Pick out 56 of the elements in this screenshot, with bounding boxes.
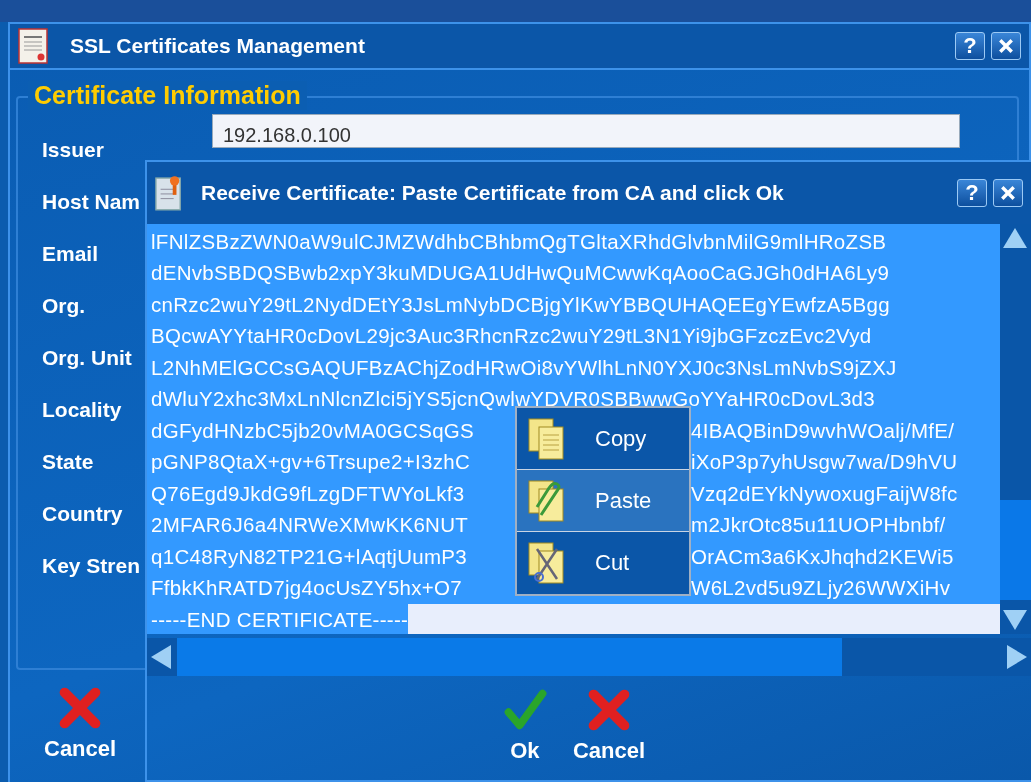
help-button[interactable]: ?	[957, 179, 987, 207]
field-label: State	[42, 450, 94, 473]
certificate-text-line: pGNP8QtaX+gv+6Trsupe2+I3zhC	[151, 450, 470, 474]
field-label: Email	[42, 242, 99, 265]
certificate-text-line: -----END CERTIFICATE-----	[151, 607, 409, 632]
field-label: Org.	[42, 294, 86, 317]
field-label: Locality	[42, 398, 122, 421]
field-label: Key Stren	[42, 554, 141, 577]
horizontal-scrollbar[interactable]	[147, 638, 1031, 676]
certificate-text-line: BQcwAYYtaHR0cDovL29jc3Auc3RhcnRzc2wuY29tL3N1Yi9jbGFzczEvc2Vyd	[151, 324, 872, 349]
scissors-documents-icon	[527, 541, 567, 585]
input-field[interactable]: 192.168.0.100	[212, 114, 960, 148]
certificate-text-line: q1C48RyN82TP21G+lAqtjUumP3	[151, 544, 468, 568]
paperclip-documents-icon	[527, 478, 567, 523]
certificate-text-area[interactable]	[147, 224, 1000, 634]
cancel-button[interactable]: Cancel	[564, 688, 654, 764]
help-button[interactable]: ?	[955, 32, 985, 60]
certificate-text-line: 2MFAR6J6a4NRWeXMwKK6NUT	[151, 513, 469, 537]
dialog-title: Receive Certificate: Paste Certificate from CA and click Ok	[201, 181, 785, 205]
certificate-text-line: 4IBAQBinD9wvhWOalj/MfE/	[691, 418, 955, 443]
certificate-text-line: FfbkKhRATD7jg4ocUsZY5hx+O7	[151, 576, 463, 600]
certificate-text-line: lFNlZSBzZWN0aW9ulCJMZWdhbCBhbmQgTGltaXRhdGlvbnMilG9mlHRoZSB	[151, 229, 887, 254]
certificate-document-icon	[18, 28, 48, 64]
certificate-text-line: m2JkrOtc85u11UOPHbnbf/	[691, 513, 946, 538]
certificate-ribbon-icon	[155, 173, 183, 213]
certificate-text-line: OrACm3a6KxJhqhd2KEWi5	[691, 544, 954, 569]
certificate-text-line: cnRzc2wuY29tL2NydDEtY3JsLmNybDCBjgYlKwYBBQUHAQEEgYEwfzA5Bgg	[151, 292, 890, 317]
vertical-scrollbar[interactable]	[1000, 224, 1031, 634]
certificate-text-line: dGFydHNzbC5jb20vMA0GCSqGS	[151, 418, 475, 442]
certificate-text-line: Q76Egd9JkdG9fLzgDFTWYoLkf3	[151, 481, 465, 505]
close-button[interactable]	[991, 32, 1021, 60]
certificate-text-line: dENvbSBDQSBwb2xpY3kuMDUGA1UdHwQuMCwwKqAooCaGJGh0dHA6Ly9	[151, 261, 890, 286]
field-label: Country	[42, 502, 123, 525]
cross-icon	[58, 686, 103, 730]
documents-icon	[527, 416, 567, 461]
menu-item[interactable]: Paste	[517, 470, 689, 532]
window-title: SSL Certificates Management	[70, 34, 366, 58]
ok-button[interactable]: Ok	[494, 688, 555, 764]
scroll-thumb[interactable]	[177, 638, 842, 676]
menu-item[interactable]: Cut	[517, 532, 689, 594]
menu-item[interactable]: Copy	[517, 408, 689, 470]
certificate-text-line: Vzq2dEYkNywoxugFaijW8fc	[691, 481, 958, 506]
cancel-button[interactable]: Cancel	[36, 686, 125, 762]
close-button[interactable]	[993, 179, 1023, 207]
certificate-text-line: iXoP3p7yhUsgw7wa/D9hVU	[691, 450, 958, 475]
close-icon	[998, 38, 1014, 54]
cross-icon	[587, 688, 631, 732]
field-label: Issuer	[42, 138, 104, 161]
field-label: Host Nam	[42, 190, 141, 213]
group-title: Certificate Information	[28, 81, 307, 110]
scroll-thumb[interactable]	[1000, 500, 1031, 600]
field-label: Org. Unit	[42, 346, 132, 369]
checkmark-icon	[502, 688, 547, 732]
certificate-text-line: L2NhMElGCCsGAQUFBzAChjZodHRwOi8vYWlhLnN0YXJ0c3NsLmNvbS9jZXJ	[151, 355, 897, 380]
close-icon	[1000, 185, 1016, 201]
certificate-text-line: W6L2vd5u9ZLjy26WWXiHv	[691, 576, 951, 601]
